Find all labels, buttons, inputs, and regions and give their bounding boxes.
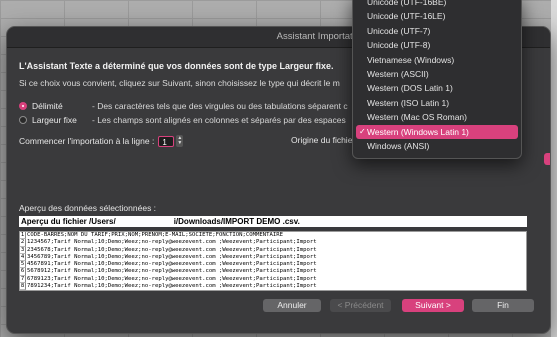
preview-row: 4 3456789;Tarif Normal;10;Demo;Weez;no-re… xyxy=(20,253,526,262)
start-row-input[interactable]: 1 xyxy=(158,135,175,147)
origin-popup-button[interactable] xyxy=(544,153,550,165)
radio-delimited-indicator[interactable] xyxy=(19,101,27,110)
preview-row-text: 1234567;Tarif Normal;10;Demo;Weez;no-rep… xyxy=(27,239,317,246)
preview-file-path: Aperçu du fichier /Users/i/Downloads/IMP… xyxy=(19,216,527,227)
encoding-option-label: Unicode (UTF-8) xyxy=(367,40,431,51)
preview-label: Aperçu des données sélectionnées : xyxy=(19,203,157,213)
detected-type-heading: L'Assistant Texte a déterminé que vos do… xyxy=(19,61,334,71)
data-preview-area[interactable]: 1 CODE-BARRES;NOM DU TARIF;PRIX;NOM;PRENO… xyxy=(19,231,527,291)
encoding-option[interactable]: Western (Mac OS Roman) xyxy=(353,110,521,124)
instruction-text: Si ce choix vous convient, cliquez sur S… xyxy=(19,78,340,88)
encoding-option-label: Western (DOS Latin 1) xyxy=(367,83,453,94)
spreadsheet-edge xyxy=(551,0,557,337)
encoding-option[interactable]: Vietnamese (Windows) xyxy=(353,53,521,67)
preview-row-text: 4567891;Tarif Normal;10;Demo;Weez;no-rep… xyxy=(27,261,317,268)
radio-delimited-description: - Des caractères tels que des virgules o… xyxy=(92,100,348,111)
preview-row-text: 3456789;Tarif Normal;10;Demo;Weez;no-rep… xyxy=(27,253,317,260)
encoding-option-label: Western (Windows Latin 1) xyxy=(367,126,469,137)
encoding-option-label: Unicode (UTF-7) xyxy=(367,25,431,36)
preview-row-text: 6789123;Tarif Normal;10;Demo;Weez;no-rep… xyxy=(27,275,317,282)
preview-row: 2 1234567;Tarif Normal;10;Demo;Weez;no-re… xyxy=(20,239,526,247)
encoding-option[interactable]: Unicode (UTF-16LE) xyxy=(353,9,521,23)
next-button[interactable]: Suivant > xyxy=(402,299,464,312)
preview-row: 6 5678912;Tarif Normal;10;Demo;Weez;no-re… xyxy=(20,268,526,276)
start-row-stepper[interactable]: ▲ ▼ xyxy=(176,135,184,147)
preview-row-number: 7 xyxy=(20,275,26,284)
preview-row: 8 7891234;Tarif Normal;10;Demo;Weez;no-re… xyxy=(20,283,526,290)
radio-delimited-label: Délimité xyxy=(32,100,63,111)
preview-row: 7 6789123;Tarif Normal;10;Demo;Weez;no-re… xyxy=(20,275,526,284)
preview-row-number: 3 xyxy=(20,246,26,254)
encoding-option-label: Unicode (UTF-16BE) xyxy=(367,0,447,7)
radio-delimited[interactable]: Délimité - Des caractères tels que des v… xyxy=(19,99,348,112)
encoding-option[interactable]: Western (DOS Latin 1) xyxy=(353,81,521,95)
start-import-label: Commencer l'importation à la ligne : xyxy=(19,136,155,146)
preview-row-text: CODE-BARRES;NOM DU TARIF;PRIX;NOM;PRENOM… xyxy=(27,232,283,238)
encoding-option-label: Western (ASCII) xyxy=(367,68,429,79)
preview-path-end: i/Downloads/IMPORT DEMO .csv. xyxy=(173,217,300,226)
radio-fixed-width-description: - Les champs sont alignés en colonnes et… xyxy=(92,114,346,125)
preview-path-start: Aperçu du fichier /Users/ xyxy=(21,217,116,226)
preview-row-number: 5 xyxy=(20,261,26,269)
encoding-option[interactable]: ✓ Western (Windows Latin 1) xyxy=(356,124,518,139)
preview-row-number: 4 xyxy=(20,253,26,262)
preview-row-text: 5678912;Tarif Normal;10;Demo;Weez;no-rep… xyxy=(27,268,317,275)
cancel-button[interactable]: Annuler xyxy=(263,299,321,312)
encoding-option[interactable]: Unicode (UTF-16BE) xyxy=(353,0,521,9)
encoding-option[interactable]: Unicode (UTF-7) xyxy=(353,24,521,38)
preview-row: 3 2345678;Tarif Normal;10;Demo;Weez;no-re… xyxy=(20,246,526,254)
radio-fixed-width[interactable]: Largeur fixe - Les champs sont alignés e… xyxy=(19,113,346,126)
preview-row-text: 2345678;Tarif Normal;10;Demo;Weez;no-rep… xyxy=(27,246,317,253)
file-origin-dropdown-menu: Unicode (UTF-16BE) Unicode (UTF-16LE) Unic… xyxy=(352,0,522,159)
encoding-option[interactable]: Western (ASCII) xyxy=(353,67,521,81)
finish-button[interactable]: Fin xyxy=(472,299,534,312)
encoding-option-label: Unicode (UTF-16LE) xyxy=(367,11,446,22)
start-import-row: Commencer l'importation à la ligne : 1 ▲… xyxy=(19,135,184,147)
encoding-option[interactable]: Unicode (UTF-8) xyxy=(353,38,521,52)
encoding-option-label: Western (ISO Latin 1) xyxy=(367,97,450,108)
chevron-down-icon[interactable]: ▼ xyxy=(177,141,182,146)
preview-row-number: 1 xyxy=(20,232,26,240)
preview-row: 5 4567891;Tarif Normal;10;Demo;Weez;no-re… xyxy=(20,261,526,269)
previous-button[interactable]: < Précédent xyxy=(330,299,391,312)
radio-fixed-width-indicator[interactable] xyxy=(19,115,27,124)
encoding-option[interactable]: Western (ISO Latin 1) xyxy=(353,96,521,110)
encoding-option-label: Western (Mac OS Roman) xyxy=(367,112,467,123)
preview-row-number: 6 xyxy=(20,268,26,276)
preview-row-number: 2 xyxy=(20,239,26,247)
encoding-option[interactable]: Windows (ANSI) xyxy=(353,139,521,153)
checkmark-icon: ✓ xyxy=(359,126,366,136)
file-origin-label: Origine du fichie xyxy=(291,135,353,145)
wizard-buttons: Annuler < Précédent Suivant > Fin xyxy=(19,299,538,313)
encoding-option-label: Vietnamese (Windows) xyxy=(367,54,455,65)
preview-row-text: 7891234;Tarif Normal;10;Demo;Weez;no-rep… xyxy=(27,283,317,290)
encoding-option-label: Windows (ANSI) xyxy=(367,140,430,151)
preview-row-number: 8 xyxy=(20,283,26,290)
preview-row: 1 CODE-BARRES;NOM DU TARIF;PRIX;NOM;PRENO… xyxy=(20,232,526,240)
radio-fixed-width-label: Largeur fixe xyxy=(32,114,77,125)
